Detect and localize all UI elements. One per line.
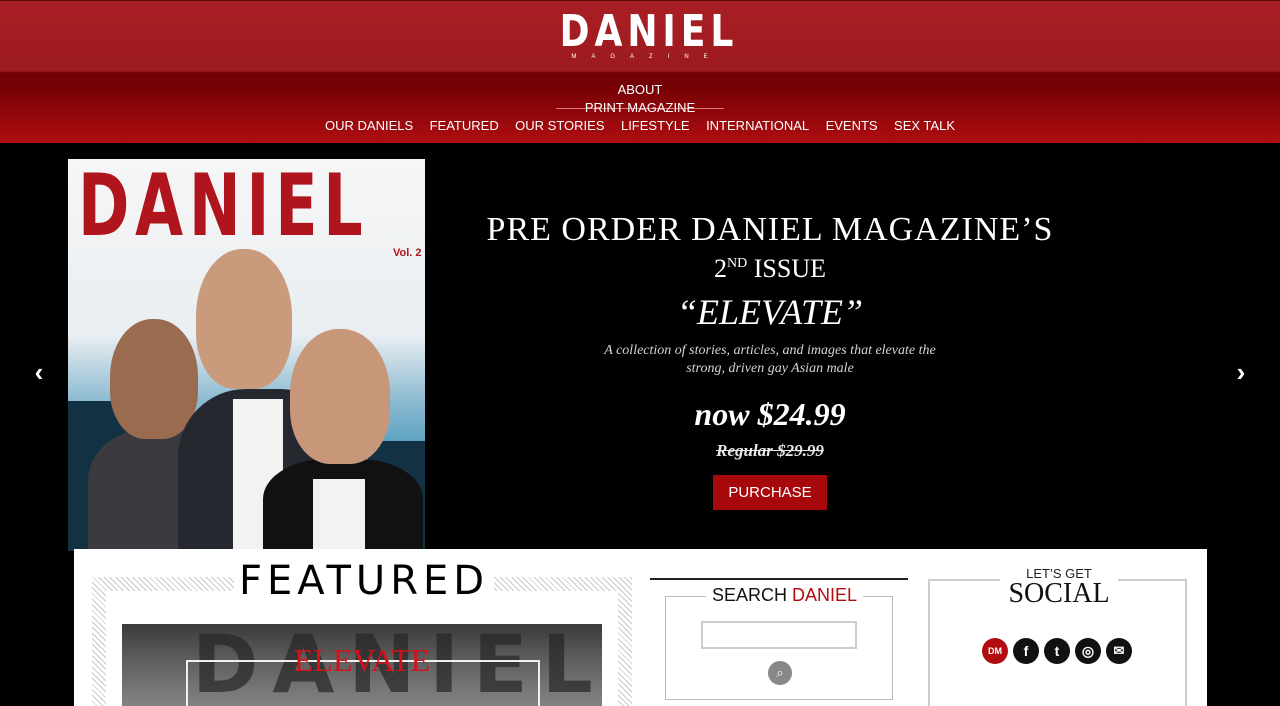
utility-nav: ABOUT PRINT MAGAZINE: [556, 81, 724, 115]
content-area: FEATURED DANIEL ELEVATE SEARCH DANIEL ⌕ …: [74, 549, 1207, 706]
nav-link-our-stories[interactable]: OUR STORIES: [515, 118, 604, 133]
regular-price: Regular $29.99: [716, 441, 824, 460]
slider-prev-arrow-icon[interactable]: ‹: [28, 359, 50, 385]
social-heading: LET’S GET SOCIAL: [1000, 567, 1118, 609]
promo-headline: PRE ORDER DANIEL MAGAZINE’S: [486, 211, 1054, 248]
nav-link-about[interactable]: ABOUT: [618, 81, 663, 99]
issue-title: “ELEVATE”: [676, 292, 864, 332]
issue-description: A collection of stories, articles, and i…: [604, 343, 936, 376]
social-heading-big: SOCIAL: [1008, 578, 1110, 609]
nav-link-our-daniels[interactable]: OUR DANIELS: [325, 118, 413, 133]
search-input[interactable]: [701, 621, 857, 649]
cover-figure-left-head: [110, 319, 198, 439]
logo-wordmark: DANIEL: [559, 6, 739, 57]
dm-icon[interactable]: DM: [982, 638, 1008, 664]
sale-price: now $24.99: [694, 396, 846, 432]
nav-link-sex-talk[interactable]: SEX TALK: [894, 118, 955, 133]
slider-next-arrow-icon[interactable]: ›: [1230, 359, 1252, 385]
issue-word: ISSUE: [753, 254, 826, 283]
cover-volume: Vol. 2: [393, 247, 422, 259]
nav-link-print-magazine[interactable]: PRINT MAGAZINE: [585, 99, 695, 117]
search-heading-red: DANIEL: [792, 585, 858, 605]
hero-slider: ‹ › DANIEL Vol. 2 PRE ORDER DANIEL MAGAZ…: [0, 143, 1280, 603]
cover-figure-middle-head: [196, 249, 292, 389]
social-widget: LET’S GET SOCIAL DM f t ◎ ✉: [928, 567, 1187, 706]
facebook-icon[interactable]: f: [1013, 638, 1039, 664]
featured-heading: FEATURED: [234, 557, 494, 605]
promo-issue-line: 2ND ISSUE: [470, 249, 1070, 284]
social-icons: DM f t ◎ ✉: [982, 638, 1142, 666]
nav-link-featured[interactable]: FEATURED: [430, 118, 499, 133]
cover-title: DANIEL: [78, 159, 369, 256]
promo-block: PRE ORDER DANIEL MAGAZINE’S 2ND ISSUE “E…: [470, 211, 1070, 510]
instagram-icon[interactable]: ◎: [1075, 638, 1101, 664]
site-logo[interactable]: DANIEL MAGAZINE: [540, 9, 740, 61]
featured-image-title: ELEVATE: [293, 642, 431, 678]
purchase-button[interactable]: PURCHASE: [713, 475, 827, 510]
main-nav: OUR DANIELS FEATURED OUR STORIES LIFESTY…: [0, 117, 1280, 135]
search-divider: [650, 578, 908, 580]
twitter-icon[interactable]: t: [1044, 638, 1070, 664]
email-icon[interactable]: ✉: [1106, 638, 1132, 664]
search-heading: SEARCH DANIEL: [706, 585, 864, 606]
magazine-cover-image[interactable]: DANIEL Vol. 2: [68, 159, 425, 551]
nav-link-international[interactable]: INTERNATIONAL: [706, 118, 809, 133]
featured-article-image[interactable]: DANIEL ELEVATE: [122, 624, 602, 706]
cover-figure-right-head: [290, 329, 390, 464]
search-icon[interactable]: ⌕: [768, 661, 792, 685]
issue-ordinal: ND: [727, 256, 748, 271]
cover-figure-right-shirt: [313, 479, 365, 551]
nav-link-lifestyle[interactable]: LIFESTYLE: [621, 118, 690, 133]
nav-link-events[interactable]: EVENTS: [826, 118, 878, 133]
issue-number: 2: [714, 254, 727, 283]
search-heading-black: SEARCH: [712, 585, 788, 605]
site-header: DANIEL MAGAZINE ABOUT PRINT MAGAZINE OUR…: [0, 0, 1280, 143]
search-widget: SEARCH DANIEL ⌕: [665, 585, 893, 700]
